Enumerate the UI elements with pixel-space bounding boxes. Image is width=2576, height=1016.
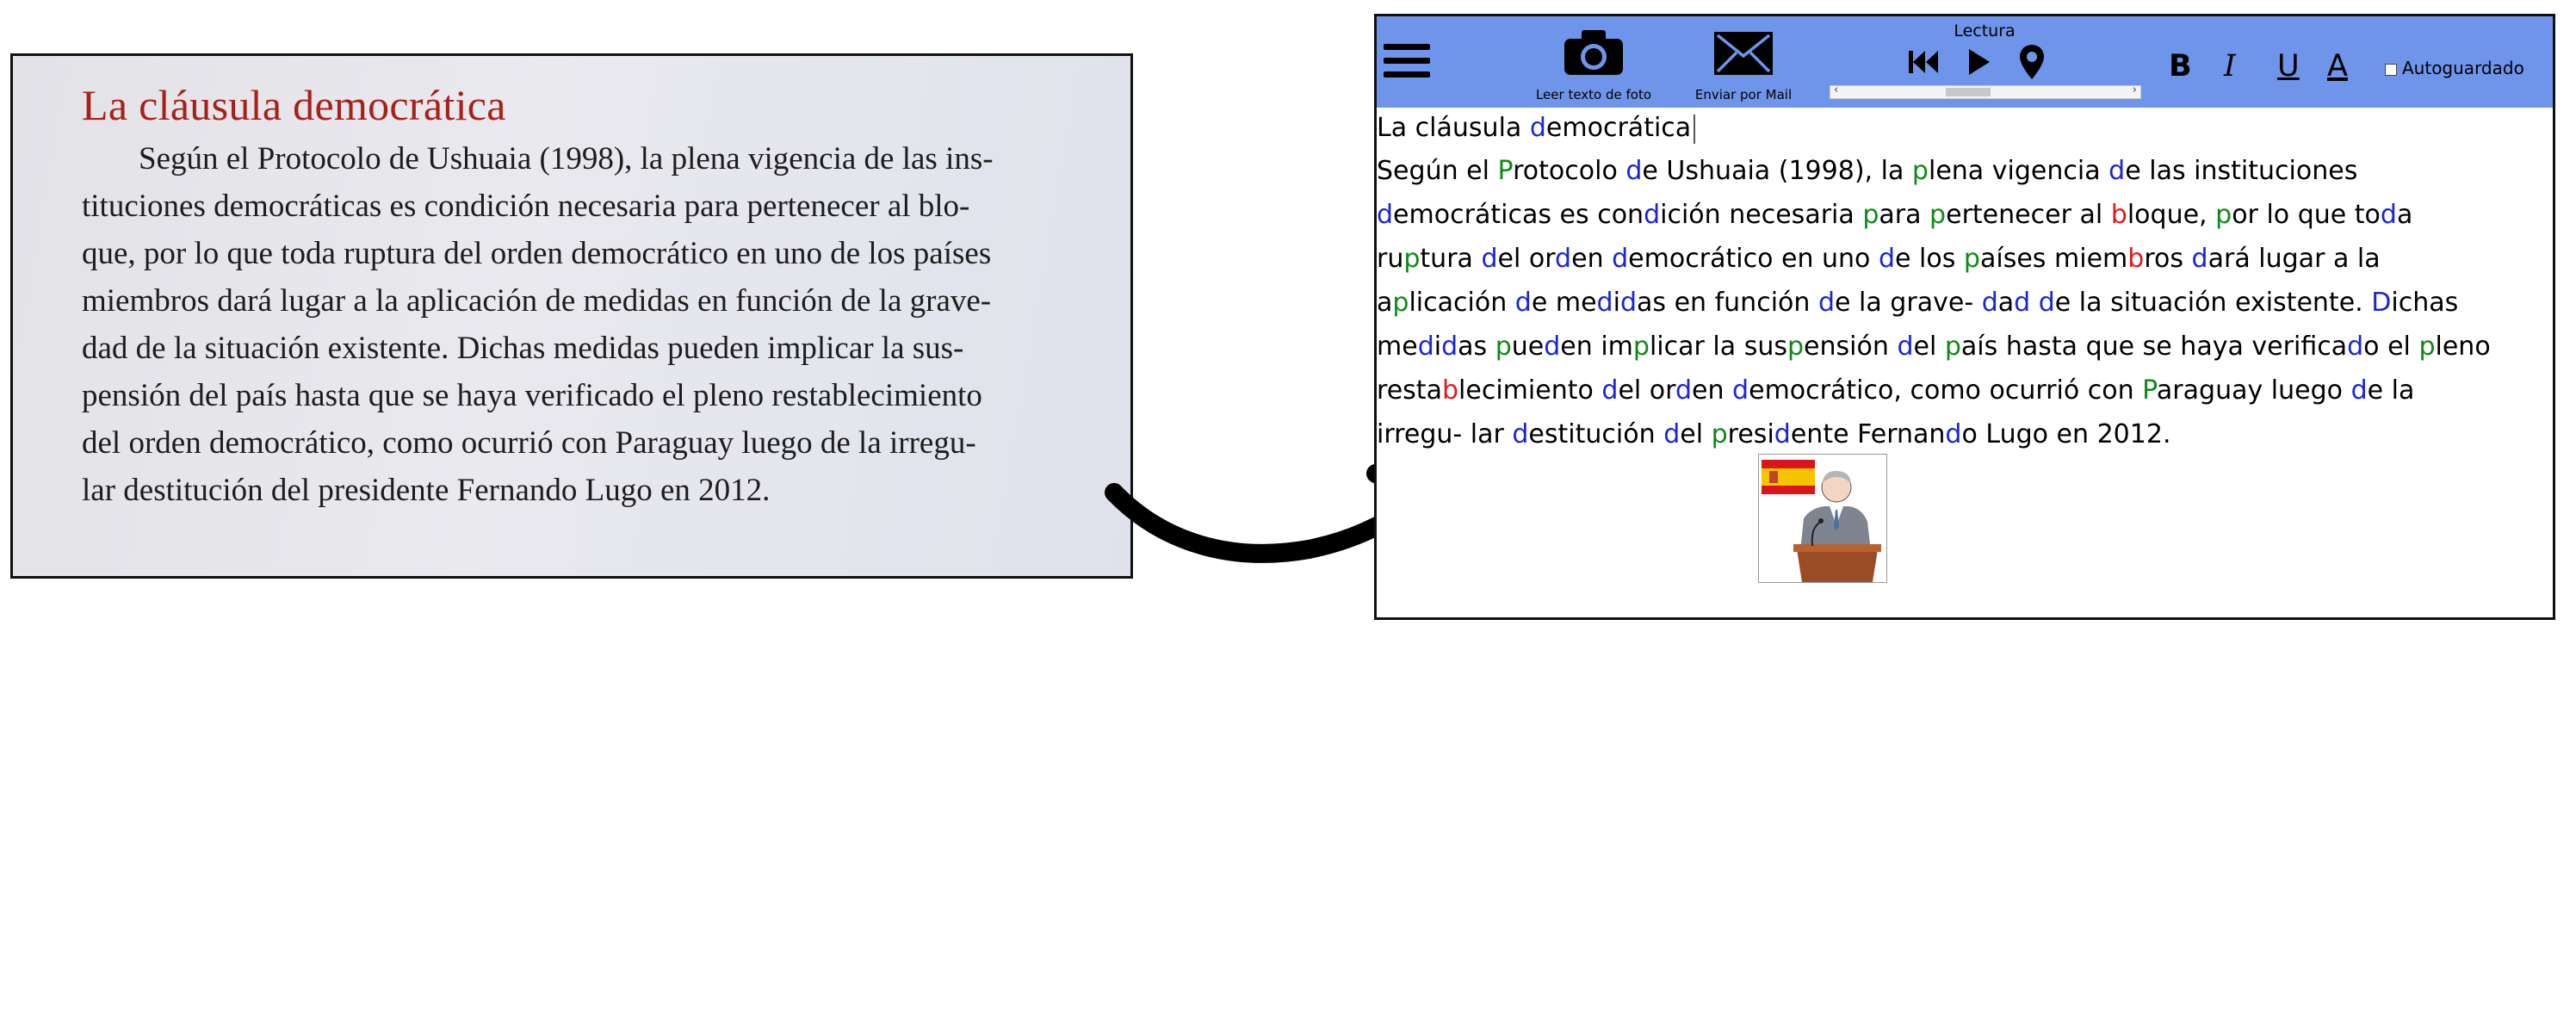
spain-flag-icon: [1762, 460, 1815, 494]
reader-app-window: Leer texto de foto Enviar por Mail Lectu…: [1374, 14, 2555, 620]
editor-line[interactable]: ruptura del orden democrático en uno de …: [1377, 244, 2381, 274]
location-pin-icon[interactable]: [2019, 44, 2045, 80]
reading-scrollbar[interactable]: ‹ ›: [1830, 84, 2141, 99]
editor-line[interactable]: restablecimiento del orden democrático, …: [1377, 375, 2414, 406]
scroll-right-icon[interactable]: ›: [2133, 84, 2137, 96]
editor-line[interactable]: Según el Protocolo de Ushuaia (1998), la…: [1377, 156, 2357, 186]
toolbar: Leer texto de foto Enviar por Mail Lectu…: [1377, 16, 2553, 108]
book-line: pensión del país hasta que se haya verif…: [82, 378, 982, 413]
scroll-thumb[interactable]: [1946, 88, 1991, 96]
bold-button[interactable]: B: [2169, 49, 2192, 84]
play-icon[interactable]: [1966, 47, 1991, 77]
editor-line[interactable]: democráticas es condición necesaria para…: [1377, 200, 2412, 230]
reading-label: Lectura: [1954, 22, 2016, 40]
underline-button[interactable]: U: [2277, 49, 2300, 84]
camera-icon[interactable]: [1563, 28, 1625, 77]
scroll-left-icon[interactable]: ‹: [1834, 84, 1838, 96]
book-line: Según el Protocolo de Ushuaia (1998), la…: [139, 141, 994, 177]
skip-back-icon[interactable]: [1907, 49, 1940, 75]
book-title: La cláusula democrática: [82, 81, 506, 129]
italic-button[interactable]: I: [2224, 49, 2236, 84]
editor-line[interactable]: medidas pueden implicar la suspensión de…: [1377, 331, 2491, 362]
editor-line[interactable]: irregu- lar destitución del presidente F…: [1377, 419, 2170, 449]
mail-icon[interactable]: [1712, 30, 1774, 77]
text-color-button[interactable]: A: [2327, 49, 2348, 84]
textbook-photo: La cláusula democrática Según el Protoco…: [10, 53, 1133, 579]
menu-icon[interactable]: [1384, 44, 1430, 85]
book-line: del orden democrático, como ocurrió con …: [82, 425, 976, 461]
autosave-toggle[interactable]: Autoguardado: [2385, 58, 2524, 78]
autosave-checkbox[interactable]: [2385, 63, 2397, 76]
text-caret: [1694, 114, 1696, 144]
book-line: dad de la situación existente. Dichas me…: [82, 331, 964, 366]
editor-title[interactable]: La cláusula democrática: [1377, 113, 1696, 144]
autosave-label: Autoguardado: [2402, 58, 2524, 78]
photo-label[interactable]: Leer texto de foto: [1525, 87, 1663, 102]
mail-label[interactable]: Enviar por Mail: [1683, 87, 1804, 102]
president-pictogram[interactable]: [1758, 454, 1887, 583]
book-line: miembros dará lugar a la aplicación de m…: [82, 283, 992, 319]
book-line: tituciones democráticas es condición nec…: [82, 189, 970, 224]
editor-line[interactable]: aplicación de medidas en función de la g…: [1377, 288, 2458, 318]
book-line: que, por lo que toda ruptura del orden d…: [82, 236, 992, 271]
book-line: lar destitución del presidente Fernando …: [82, 473, 771, 508]
